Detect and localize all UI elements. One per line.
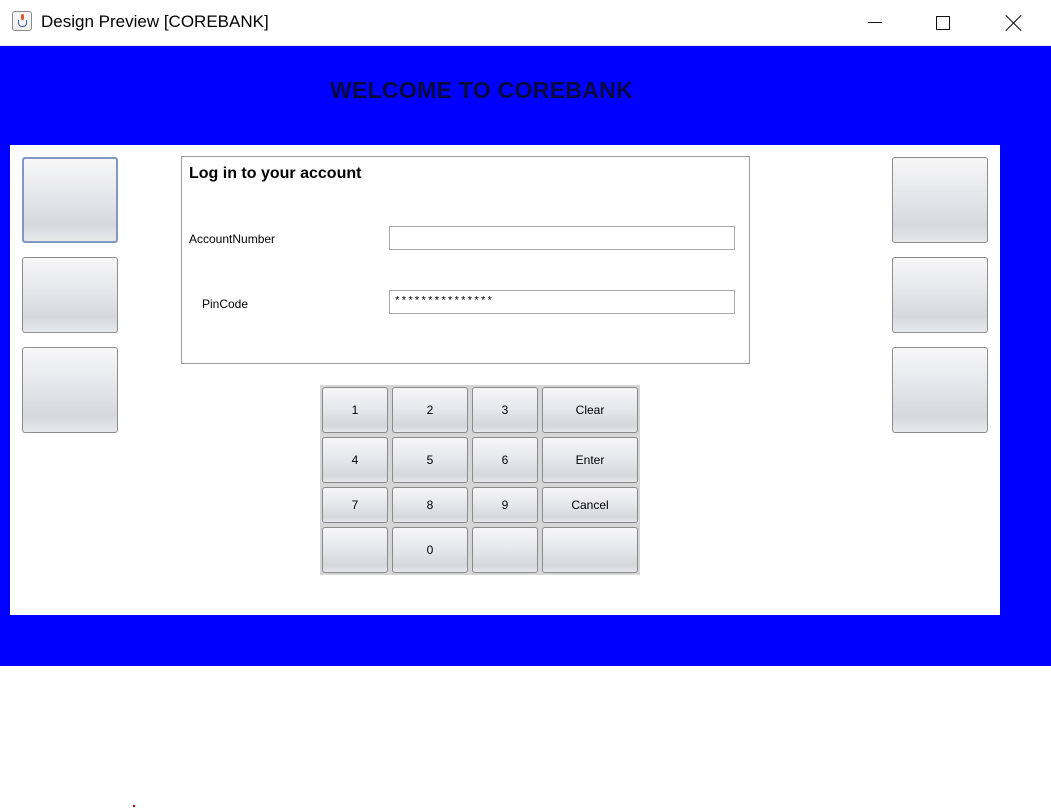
key-7[interactable]: 7 <box>322 487 388 523</box>
right-side-button-1[interactable] <box>892 157 988 243</box>
cancel-button[interactable]: Cancel <box>542 487 638 523</box>
key-3[interactable]: 3 <box>472 387 538 433</box>
left-side-button-1[interactable] <box>22 157 118 243</box>
window-title: Design Preview [COREBANK] <box>41 12 269 31</box>
app-frame: WELCOME TO COREBANK Log in to your accou… <box>0 46 1051 666</box>
key-blank-left[interactable] <box>322 527 388 573</box>
key-5[interactable]: 5 <box>392 437 468 483</box>
welcome-heading: WELCOME TO COREBANK <box>330 77 633 103</box>
key-8[interactable]: 8 <box>392 487 468 523</box>
maximize-button[interactable] <box>908 0 978 45</box>
account-number-label: AccountNumber <box>189 232 276 246</box>
right-side-button-3[interactable] <box>892 347 988 433</box>
java-cup-icon <box>12 11 32 31</box>
key-blank-middle[interactable] <box>472 527 538 573</box>
pin-code-label: PinCode <box>202 297 249 311</box>
title-bar: Design Preview [COREBANK] <box>0 0 1051 46</box>
key-1[interactable]: 1 <box>322 387 388 433</box>
close-icon <box>1005 14 1023 32</box>
right-side-button-2[interactable] <box>892 257 988 333</box>
key-6[interactable]: 6 <box>472 437 538 483</box>
key-9[interactable]: 9 <box>472 487 538 523</box>
main-panel: Log in to your account AccountNumber Pin… <box>10 145 1000 615</box>
login-panel: Log in to your account AccountNumber Pin… <box>181 156 750 364</box>
key-4[interactable]: 4 <box>322 437 388 483</box>
enter-button[interactable]: Enter <box>542 437 638 483</box>
pin-code-field[interactable] <box>389 290 735 314</box>
close-button[interactable] <box>979 0 1049 45</box>
key-2[interactable]: 2 <box>392 387 468 433</box>
maximize-icon <box>936 15 950 30</box>
left-side-button-2[interactable] <box>22 257 118 333</box>
minimize-icon <box>868 22 882 23</box>
key-0[interactable]: 0 <box>392 527 468 573</box>
key-blank-right[interactable] <box>542 527 638 573</box>
left-side-button-3[interactable] <box>22 347 118 433</box>
stray-dot <box>133 805 135 807</box>
account-number-field[interactable] <box>389 226 735 250</box>
minimize-button[interactable] <box>840 0 910 45</box>
login-title: Log in to your account <box>189 165 362 182</box>
clear-button[interactable]: Clear <box>542 387 638 433</box>
keypad: 1 2 3 Clear 4 5 6 Enter 7 8 9 Cancel 0 <box>320 385 640 575</box>
